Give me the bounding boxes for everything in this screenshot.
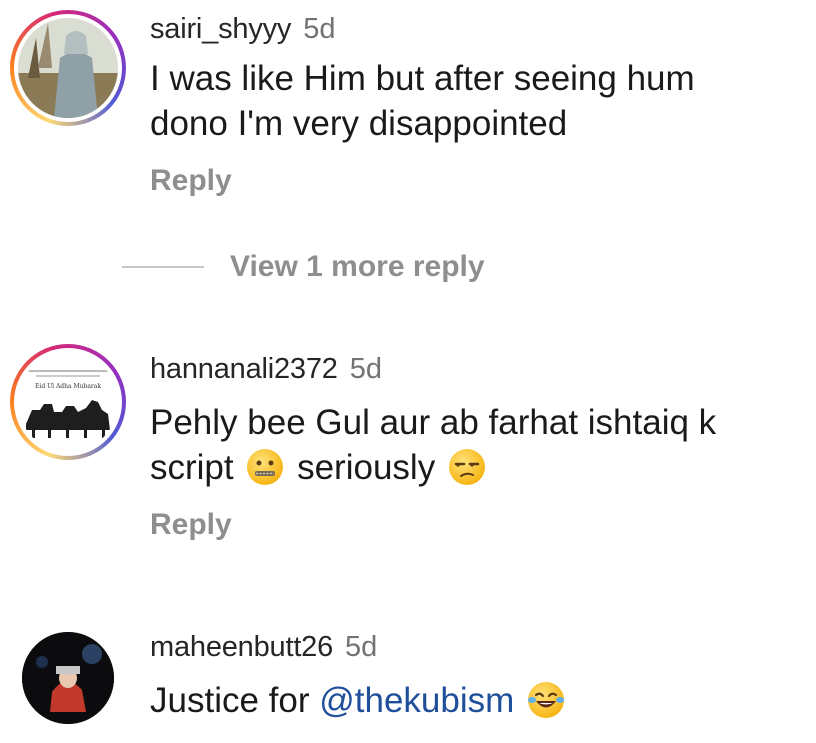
- comment-username[interactable]: sairi_shyyy: [150, 13, 291, 45]
- face-with-tears-of-joy-icon: [528, 682, 565, 718]
- comment-body: sairi_shyyy 5d I was like Him but after s…: [150, 12, 796, 198]
- comment-meta: maheenbutt26 5d: [150, 630, 796, 664]
- comment-text: Justice for @thekubism: [150, 678, 796, 723]
- comment-text-line: script seriously: [150, 445, 796, 490]
- comment-text: Pehly bee Gul aur ab farhat ishtaiq k sc…: [150, 400, 796, 490]
- avatar-ring-gap: [14, 14, 122, 122]
- zipper-mouth-face-icon: [247, 449, 284, 485]
- comment-age: 5d: [349, 353, 382, 385]
- view-more-replies-label[interactable]: View 1 more reply: [230, 250, 485, 284]
- comment-meta: sairi_shyyy 5d: [150, 12, 796, 46]
- comment-text-segment: seriously: [297, 448, 436, 487]
- unamused-face-icon: [448, 449, 485, 485]
- comment-text-line: Pehly bee Gul aur ab farhat ishtaiq k: [150, 403, 717, 442]
- mention-link[interactable]: @thekubism: [319, 681, 514, 720]
- comment-body: hannanali2372 5d Pehly bee Gul aur ab far…: [150, 352, 796, 542]
- comment-body: maheenbutt26 5d Justice for @thekubism: [150, 630, 796, 723]
- reply-button[interactable]: Reply: [150, 508, 796, 542]
- comment-text: I was like Him but after seeing hum dono…: [150, 56, 796, 146]
- avatar-story-ring[interactable]: [10, 10, 126, 126]
- comment-text-segment: script: [150, 448, 234, 487]
- avatar: Eid Ul Adha Mubarak: [18, 352, 118, 452]
- comment-text-segment: Justice for: [150, 681, 320, 720]
- comment-age: 5d: [303, 13, 336, 45]
- view-more-replies[interactable]: View 1 more reply: [122, 250, 485, 284]
- comment-username[interactable]: hannanali2372: [150, 353, 338, 385]
- avatar[interactable]: [22, 632, 114, 724]
- avatar-photo-icon: [18, 18, 118, 118]
- avatar: [18, 18, 118, 118]
- comment-text-line: dono I'm very disappointed: [150, 104, 568, 143]
- comment-age: 5d: [345, 631, 378, 663]
- comment-meta: hannanali2372 5d: [150, 352, 796, 386]
- avatar-photo-icon: [22, 632, 114, 724]
- avatar-story-ring[interactable]: Eid Ul Adha Mubarak: [10, 344, 126, 460]
- view-more-divider: [122, 266, 204, 268]
- avatar-ring-gap: Eid Ul Adha Mubarak: [14, 348, 122, 456]
- avatar-eid-caption: Eid Ul Adha Mubarak: [35, 383, 101, 390]
- avatar-eid-card-icon: Eid Ul Adha Mubarak: [18, 352, 118, 452]
- comment-username[interactable]: maheenbutt26: [150, 631, 333, 663]
- reply-button[interactable]: Reply: [150, 164, 796, 198]
- comment-text-line: I was like Him but after seeing hum: [150, 59, 695, 98]
